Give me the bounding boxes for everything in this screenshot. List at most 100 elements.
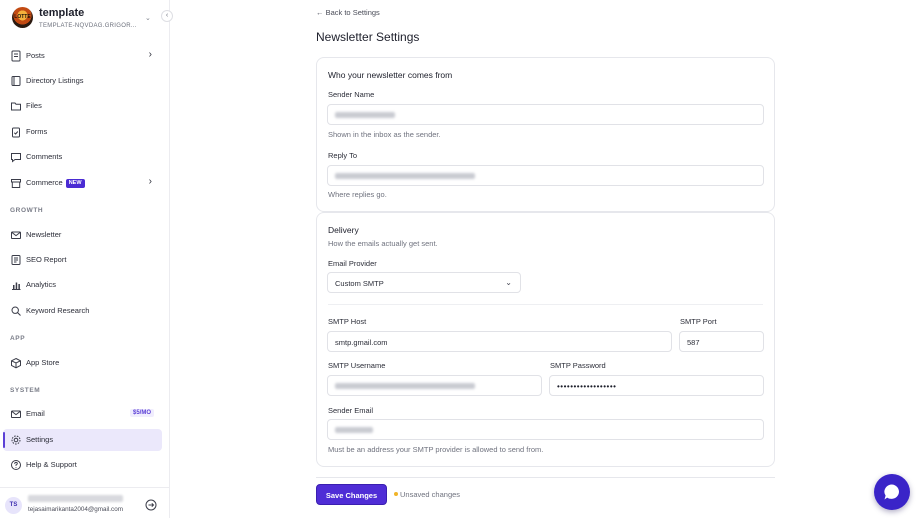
- sidebar-item-label: Comments: [26, 152, 63, 161]
- smtp-password-input[interactable]: ••••••••••••••••••: [549, 375, 764, 396]
- unsaved-indicator-dot: [394, 492, 398, 496]
- sidebar-item-label: Directory Listings: [26, 76, 84, 85]
- redacted-value: [335, 383, 475, 389]
- chevron-right-icon: ›: [148, 49, 152, 60]
- smtp-host-input[interactable]: smtp.gmail.com: [327, 331, 672, 352]
- sidebar-item-label: Posts: [26, 51, 45, 60]
- sender-email-input[interactable]: [327, 419, 764, 440]
- sender-name-label: Sender Name: [328, 90, 375, 99]
- sidebar-item-forms[interactable]: Forms: [3, 121, 162, 143]
- chevron-down-icon: ⌄: [145, 15, 151, 22]
- chevron-right-icon: ›: [148, 176, 152, 187]
- section-label-system: SYSTEM: [10, 387, 41, 394]
- site-logo: LOTTE: [12, 7, 33, 28]
- gear-icon: [11, 435, 21, 445]
- chat-bubble-icon: [11, 153, 21, 163]
- document-icon: [11, 50, 21, 62]
- back-to-settings-link[interactable]: ← Back to Settings: [316, 8, 380, 17]
- section-label-growth: GROWTH: [10, 207, 44, 214]
- sidebar-item-label: Settings: [26, 435, 54, 444]
- email-provider-select[interactable]: Custom SMTP ⌄: [327, 272, 521, 293]
- mail-icon: [11, 231, 21, 239]
- smtp-username-label: SMTP Username: [328, 361, 386, 370]
- reply-to-input[interactable]: [327, 165, 764, 186]
- smtp-host-value: smtp.gmail.com: [335, 338, 388, 347]
- price-badge: $5/MO: [129, 409, 154, 417]
- chat-bubble-icon: [884, 484, 899, 500]
- sidebar-item-settings[interactable]: Settings: [3, 429, 162, 451]
- redacted-value: [335, 112, 395, 118]
- unsaved-status: Unsaved changes: [400, 490, 461, 499]
- folder-icon: [11, 102, 21, 111]
- sidebar-item-label: Files: [26, 101, 42, 110]
- save-changes-button[interactable]: Save Changes: [316, 484, 387, 505]
- sidebar-item-label: Email: [26, 409, 45, 418]
- sidebar-item-analytics[interactable]: Analytics: [3, 274, 162, 296]
- site-logo-text: LOTTE: [14, 14, 31, 20]
- logout-icon[interactable]: [145, 499, 157, 511]
- back-label: Back to Settings: [325, 8, 380, 17]
- sidebar-item-label: Commerce NEW: [26, 178, 85, 188]
- site-subdomain: TEMPLATE-NQVDAG.GRIGOR...: [39, 23, 137, 29]
- search-icon: [11, 306, 21, 316]
- mail-icon: [11, 410, 21, 418]
- sidebar-item-files[interactable]: Files: [3, 95, 162, 117]
- sidebar-item-seo-report[interactable]: SEO Report: [3, 249, 162, 271]
- smtp-port-input[interactable]: 587: [679, 331, 764, 352]
- sidebar-item-posts[interactable]: Posts ›: [3, 45, 162, 67]
- sidebar-item-comments[interactable]: Comments: [3, 146, 162, 168]
- smtp-port-label: SMTP Port: [680, 317, 717, 326]
- card-title: Who your newsletter comes from: [328, 70, 453, 80]
- sidebar-item-directory-listings[interactable]: Directory Listings: [3, 70, 162, 92]
- sidebar-item-keyword-research[interactable]: Keyword Research: [3, 300, 162, 322]
- sidebar-item-help-support[interactable]: Help & Support: [3, 454, 162, 476]
- site-switcher[interactable]: LOTTE template TEMPLATE-NQVDAG.GRIGOR...…: [10, 5, 170, 31]
- sidebar-item-label: App Store: [26, 358, 60, 367]
- page-title: Newsletter Settings: [316, 30, 420, 44]
- section-label-app: APP: [10, 335, 26, 342]
- smtp-username-input[interactable]: [327, 375, 542, 396]
- user-name-redacted: [28, 495, 123, 502]
- chat-support-button[interactable]: [874, 474, 910, 510]
- report-icon: [11, 255, 21, 265]
- sender-name-hint: Shown in the inbox as the sender.: [328, 130, 441, 139]
- sender-email-label: Sender Email: [328, 406, 374, 415]
- reply-to-hint: Where replies go.: [328, 190, 387, 199]
- sidebar-item-label: Newsletter: [26, 230, 62, 239]
- avatar: TS: [5, 497, 22, 514]
- user-email: tejasaimarikanta2004@gmail.com: [28, 506, 123, 513]
- box-icon: [11, 357, 21, 369]
- bar-chart-icon: [12, 282, 21, 290]
- sender-card: Who your newsletter comes from Sender Na…: [316, 57, 775, 212]
- sender-name-input[interactable]: [327, 104, 764, 125]
- card-title: Delivery: [328, 225, 359, 235]
- sidebar-item-app-store[interactable]: App Store: [3, 352, 162, 374]
- delivery-card: Delivery How the emails actually get sen…: [316, 212, 775, 467]
- email-provider-label: Email Provider: [328, 259, 377, 268]
- sidebar-item-email[interactable]: Email $5/MO: [3, 403, 162, 425]
- reply-to-label: Reply To: [328, 151, 358, 160]
- email-provider-value: Custom SMTP: [335, 279, 384, 288]
- store-icon: [11, 179, 21, 188]
- sidebar-item-label: Analytics: [26, 280, 57, 289]
- sidebar-item-label: Forms: [26, 127, 48, 136]
- clipboard-icon: [12, 127, 20, 138]
- collapse-sidebar-button[interactable]: ‹: [161, 10, 173, 22]
- sender-email-hint: Must be an address your SMTP provider is…: [328, 445, 544, 454]
- chevron-down-icon: ⌄: [505, 278, 512, 287]
- help-icon: [11, 460, 21, 470]
- sidebar-item-commerce[interactable]: Commerce NEW ›: [3, 172, 162, 194]
- card-subtitle: How the emails actually get sent.: [328, 239, 438, 248]
- sidebar: LOTTE template TEMPLATE-NQVDAG.GRIGOR...…: [0, 0, 173, 518]
- arrow-left-icon: ←: [316, 8, 324, 17]
- sidebar-item-label: Help & Support: [26, 460, 77, 469]
- commerce-label: Commerce: [26, 178, 63, 187]
- new-badge: NEW: [65, 179, 85, 188]
- smtp-password-value: ••••••••••••••••••: [557, 382, 617, 391]
- footer-divider: [316, 477, 775, 478]
- user-account[interactable]: TS tejasaimarikanta2004@gmail.com: [0, 487, 170, 518]
- smtp-password-label: SMTP Password: [550, 361, 606, 370]
- sidebar-item-label: SEO Report: [26, 255, 67, 264]
- smtp-port-value: 587: [687, 338, 700, 347]
- sidebar-item-newsletter[interactable]: Newsletter: [3, 224, 162, 246]
